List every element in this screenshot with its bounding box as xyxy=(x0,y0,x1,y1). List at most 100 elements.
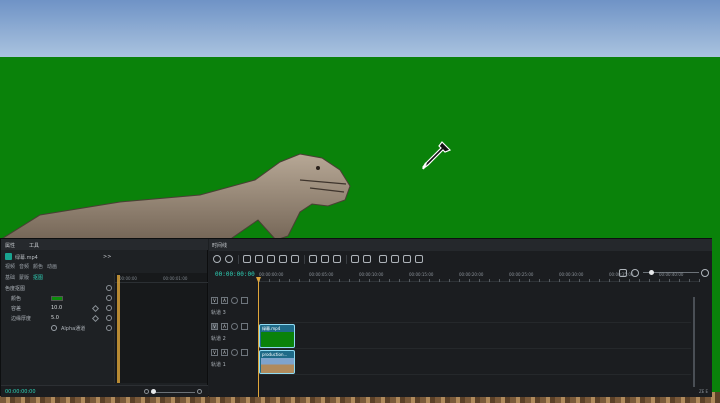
mic-icon[interactable] xyxy=(363,255,371,263)
keyframe-icon[interactable] xyxy=(91,304,100,313)
keyframe-icon[interactable] xyxy=(91,314,100,323)
undo-icon[interactable] xyxy=(213,255,221,263)
zoom-out-icon[interactable] xyxy=(144,389,149,394)
ruler-tick xyxy=(679,279,680,282)
track-lane-1[interactable]: production... xyxy=(259,349,691,375)
lock-icon[interactable] xyxy=(241,297,248,304)
tab-basic[interactable]: 基础 xyxy=(5,274,15,281)
lock-icon[interactable] xyxy=(241,323,248,330)
dinosaur-figure xyxy=(0,153,351,250)
marker-icon[interactable] xyxy=(309,255,317,263)
ruler-tick xyxy=(459,279,460,282)
eye-icon[interactable] xyxy=(231,349,238,356)
ruler-tick xyxy=(399,279,400,282)
tab-properties[interactable]: 属性 xyxy=(5,242,15,249)
ruler-tick xyxy=(639,279,640,282)
select-tool-icon[interactable] xyxy=(243,255,251,263)
tab-timeline[interactable]: 时间线 xyxy=(212,242,227,249)
zoom-slider-track[interactable] xyxy=(151,392,195,393)
align-icon[interactable] xyxy=(321,255,329,263)
video-toggle[interactable]: V xyxy=(211,297,218,304)
eyedropper-icon[interactable] xyxy=(418,138,454,174)
track-lane-3[interactable] xyxy=(259,297,691,323)
tab-audio[interactable]: 音频 xyxy=(19,263,29,270)
tab-tools[interactable]: 工具 xyxy=(29,242,39,249)
tab-animation[interactable]: 动画 xyxy=(47,263,57,270)
split-icon[interactable] xyxy=(255,255,263,263)
ruler-tick xyxy=(469,279,470,282)
tolerance-value[interactable]: 10.0 xyxy=(51,305,62,311)
audio-toggle[interactable]: A xyxy=(221,323,228,330)
delete-icon[interactable] xyxy=(291,255,299,263)
trim-icon[interactable] xyxy=(267,255,275,263)
track-name: 轨道 3 xyxy=(211,310,226,316)
ruler-tick xyxy=(389,279,390,282)
tab-mask[interactable]: 蒙版 xyxy=(19,274,29,281)
edge-thickness-value[interactable]: 5.0 xyxy=(51,315,59,321)
editor-panel: 属性 工具 绿幕.mp4 >> 视频 音频 颜色 动画 基础 蒙版 抠图 色度抠… xyxy=(0,238,712,397)
ruler-label: 00:00:40:00 xyxy=(659,272,684,277)
ruler-tick xyxy=(539,279,540,282)
audio-toggle[interactable]: A xyxy=(221,297,228,304)
tab-video[interactable]: 视频 xyxy=(5,263,15,270)
reset-icon[interactable] xyxy=(106,305,112,311)
crop-icon[interactable] xyxy=(279,255,287,263)
video-toggle[interactable]: V xyxy=(211,323,218,330)
ruler-label: 00:00:35:00 xyxy=(609,272,634,277)
inspector-timecode: 00:00:00:00 xyxy=(5,389,36,395)
keyframe-playhead[interactable] xyxy=(117,275,120,383)
timeline-ruler[interactable]: 00:00:00:00 00:00:05:00 00:00:10:00 00:00:1… xyxy=(259,270,700,282)
timeline-tabs: 时间线 xyxy=(209,239,712,251)
vertical-scrollbar[interactable] xyxy=(693,297,695,387)
eye-icon[interactable] xyxy=(231,297,238,304)
zoom-in-icon[interactable] xyxy=(701,269,709,277)
ruler-label: 00:00:00:00 xyxy=(259,272,284,277)
reset-icon[interactable] xyxy=(106,325,112,331)
audio-icon[interactable] xyxy=(391,255,399,263)
inspector-tabs: 属性 工具 xyxy=(1,239,208,250)
background-clip[interactable]: production... xyxy=(259,350,295,374)
ruler-tick xyxy=(489,279,490,282)
alpha-channel-checkbox[interactable] xyxy=(51,325,57,331)
lock-icon[interactable] xyxy=(241,349,248,356)
ruler-tick xyxy=(579,279,580,282)
ruler-tick xyxy=(599,279,600,282)
ruler-tick xyxy=(329,279,330,282)
transition-icon[interactable] xyxy=(403,255,411,263)
clip-label: production... xyxy=(262,352,288,357)
ruler-tick xyxy=(569,279,570,282)
timeline-panel: 时间线 00:00:00:00 00:00:00:00 00:00:05:00 … xyxy=(209,239,712,397)
redo-icon[interactable] xyxy=(225,255,233,263)
track-name: 轨道 1 xyxy=(211,362,226,368)
ruler-label: 00:00:00 xyxy=(119,276,137,281)
tab-keying[interactable]: 抠图 xyxy=(33,274,43,281)
ruler-tick xyxy=(499,279,500,282)
zoom-in-icon[interactable] xyxy=(197,389,202,394)
zoom-slider-knob[interactable] xyxy=(151,389,156,394)
freeze-frame-icon[interactable] xyxy=(379,255,387,263)
ruler-tick xyxy=(369,279,370,282)
reset-icon[interactable] xyxy=(106,315,112,321)
track-lane-2[interactable]: 绿幕.mp4 xyxy=(259,323,691,349)
timeline-playhead[interactable] xyxy=(258,277,259,397)
key-color-swatch[interactable] xyxy=(51,296,63,301)
video-toggle[interactable]: V xyxy=(211,349,218,356)
ruler-tick xyxy=(659,279,660,282)
snapshot-icon[interactable] xyxy=(415,255,423,263)
ruler-label: 00:00:20:00 xyxy=(459,272,484,277)
speed-icon[interactable] xyxy=(333,255,341,263)
clip-thumbnail xyxy=(261,332,294,347)
expand-icon[interactable]: >> xyxy=(103,254,111,260)
ruler-tick xyxy=(509,279,510,282)
track-name: 轨道 2 xyxy=(211,336,226,342)
ruler-tick xyxy=(309,279,310,282)
shield-icon[interactable] xyxy=(351,255,359,263)
reset-icon[interactable] xyxy=(106,285,112,291)
tab-color[interactable]: 颜色 xyxy=(33,263,43,270)
eye-icon[interactable] xyxy=(231,323,238,330)
keyframe-timeline[interactable]: 00:00:00 00:00:01:00 xyxy=(114,273,208,383)
audio-toggle[interactable]: A xyxy=(221,349,228,356)
ruler-tick xyxy=(699,279,700,282)
reset-icon[interactable] xyxy=(106,295,112,301)
green-screen-clip[interactable]: 绿幕.mp4 xyxy=(259,324,295,348)
